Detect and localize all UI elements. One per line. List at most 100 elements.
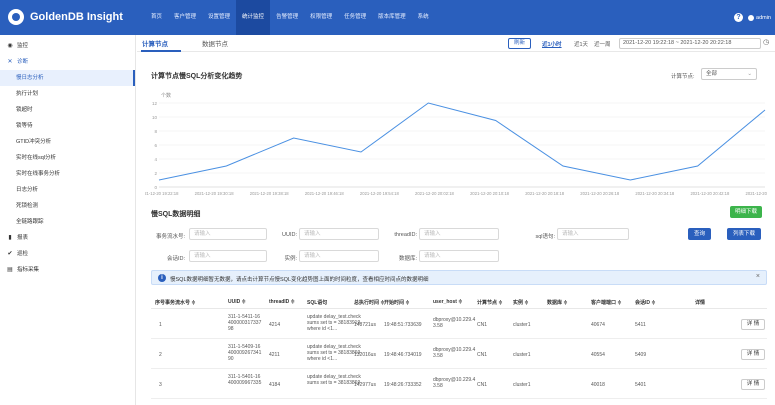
column-header-3[interactable]: threadID ≑ — [269, 299, 295, 305]
cell-port: 40018 — [591, 382, 605, 388]
cell-uuid: 311-1-5411-16 400000317337 98 — [228, 314, 261, 332]
column-header-13[interactable]: 详情 — [695, 299, 705, 306]
sidebar-item-6[interactable]: GTID冲突分析 — [0, 134, 135, 150]
nav-item-0[interactable]: 首页 — [145, 0, 168, 35]
tab-compute-node[interactable]: 计算节点 — [142, 38, 168, 48]
sidebar-item-1[interactable]: ✕ 诊断 — [0, 54, 135, 70]
help-icon[interactable]: ? — [734, 13, 744, 22]
sidebar-item-0[interactable]: ◉ 监控 — [0, 38, 135, 54]
info-alert: i 慢SQL数据明细暂无数据，请点击计算节点慢SQL变化趋势图上面的时间粒度，查… — [151, 270, 767, 285]
nav-item-4[interactable]: 告警管理 — [270, 0, 304, 35]
main-nav: 首页 客户管理 设置管理 统计监控 告警管理 权限管理 任务管理 版本库管理 系统 — [145, 0, 435, 35]
range-1h[interactable]: 近1小时 — [542, 40, 562, 48]
sidebar-item-13[interactable]: ✔ 巡检 — [0, 246, 135, 262]
nav-item-1[interactable]: 客户管理 — [168, 0, 202, 35]
cell-host: dbproxy@10.229.4 3.58 — [433, 377, 475, 389]
sidebar-item-7[interactable]: 实时在线sql分析 — [0, 150, 135, 166]
query-button[interactable]: 查询 — [688, 228, 711, 240]
sidebar-item-11[interactable]: 全链路跟踪 — [0, 214, 135, 230]
cell-thread: 4211 — [269, 352, 280, 358]
nav-item-8[interactable]: 系统 — [412, 0, 435, 35]
detail-button[interactable]: 详 情 — [741, 319, 765, 330]
node-filter-select[interactable]: 全部 ⌄ — [701, 68, 757, 80]
uuid-input[interactable]: 请输入 — [299, 228, 379, 240]
y-tick-label: 2 — [154, 171, 157, 176]
session-id-input[interactable]: 请输入 — [189, 250, 267, 262]
column-header-8[interactable]: 计算节点 ≑ — [477, 299, 503, 306]
top-navbar: GoldenDB Insight 首页 客户管理 设置管理 统计监控 告警管理 权限管理任… — [0, 0, 775, 35]
range-1d[interactable]: 近1天 — [574, 40, 588, 48]
refresh-button[interactable]: 刷新 — [508, 38, 531, 49]
detail-button[interactable]: 详 情 — [741, 379, 765, 390]
sql-input[interactable]: 请输入 — [557, 228, 629, 240]
cell-sql: update delay_test.check sums set ts = 381… — [307, 344, 361, 362]
cell-node: CN1 — [477, 382, 488, 388]
column-header-1[interactable]: 事务流水号 ≑ — [165, 299, 196, 306]
detail-download-button[interactable]: 明细下载 — [730, 206, 762, 218]
user-icon[interactable] — [748, 14, 755, 21]
y-tick-label: 0 — [154, 185, 157, 190]
database-input[interactable]: 请输入 — [419, 250, 499, 262]
column-header-2[interactable]: UUID ≑ — [228, 299, 246, 305]
nav-item-3[interactable]: 统计监控 — [236, 0, 271, 35]
sidebar-item-10[interactable]: 死锁检测 — [0, 198, 135, 214]
column-header-9[interactable]: 实例 ≑ — [513, 299, 529, 306]
sidebar-item-label: 全链路跟踪 — [16, 219, 44, 225]
sidebar-item-8[interactable]: 实时在线事务分析 — [0, 166, 135, 182]
nav-item-7[interactable]: 版本库管理 — [372, 0, 412, 35]
tab-data-node[interactable]: 数据节点 — [202, 38, 228, 48]
y-tick-label: 4 — [154, 157, 157, 162]
clock-icon[interactable]: ◷ — [763, 38, 769, 46]
sidebar-item-label: 实时在线事务分析 — [16, 171, 61, 177]
logo[interactable]: GoldenDB Insight — [8, 9, 123, 25]
x-tick-label: 2021-12-20 19:22:18 — [145, 191, 179, 196]
instance-input[interactable]: 请输入 — [299, 250, 379, 262]
y-tick-label: 12 — [152, 101, 158, 106]
list-download-button[interactable]: 列表下载 — [727, 228, 761, 240]
cell-no: 3 — [159, 382, 162, 388]
column-header-7[interactable]: user_host ≑ — [433, 299, 462, 305]
column-header-12[interactable]: 会话ID ≑ — [635, 299, 656, 306]
txn-id-input[interactable]: 请输入 — [189, 228, 267, 240]
nav-item-2[interactable]: 设置管理 — [202, 0, 236, 35]
sidebar-item-3[interactable]: 执行计划 — [0, 86, 135, 102]
top-right-tools: ? admin — [734, 13, 771, 22]
x-tick-label: 2021-12-20 20:50:18 — [746, 191, 767, 196]
column-header-10[interactable]: 数据库 ≑ — [547, 299, 568, 306]
cell-no: 2 — [159, 352, 162, 358]
sidebar-item-label: 指标采集 — [17, 267, 40, 273]
column-header-0[interactable]: 序号 — [155, 299, 165, 306]
eye-icon: ◉ — [7, 43, 13, 49]
sidebar-item-14[interactable]: ▤ 指标采集 — [0, 262, 135, 278]
cell-uuid: 311-1-5409-16 400009267341 90 — [228, 344, 261, 362]
column-header-6[interactable]: 开始时间 ≑ — [384, 299, 410, 306]
sidebar-item-label: 诊断 — [17, 59, 29, 65]
cell-instance: cluster1 — [513, 322, 531, 328]
date-range-picker[interactable]: 2021-12-20 19:22:18 ~ 2021-12-20 20:22:1… — [619, 38, 761, 49]
sidebar-item-2[interactable]: 慢日志分析 — [0, 70, 135, 86]
cell-sql-line: sums set ts = 38183869 — [307, 380, 361, 386]
cell-thread: 4214 — [269, 322, 281, 328]
sidebar-item-4[interactable]: 锁超时 — [0, 102, 135, 118]
sidebar-item-label: 死锁检测 — [16, 203, 39, 209]
x-tick-label: 2021-12-20 19:46:18 — [305, 191, 345, 196]
range-1w[interactable]: 近一周 — [594, 40, 611, 48]
column-header-11[interactable]: 客户端端口 ≑ — [591, 299, 622, 306]
user-name[interactable]: admin — [756, 15, 771, 21]
sidebar: ◉ 监控 ✕ 诊断 慢日志分析 执行计划 锁超时 锁等待 GTID冲突分析 实时在线sql分析实时… — [0, 35, 136, 405]
sidebar-item-label: 报表 — [17, 235, 29, 241]
sidebar-item-12[interactable]: ▮ 报表 — [0, 230, 135, 246]
nav-item-6[interactable]: 任务管理 — [338, 0, 372, 35]
sidebar-item-9[interactable]: 日志分析 — [0, 182, 135, 198]
cell-start: 19:48:51:733639 — [384, 322, 422, 328]
sidebar-item-5[interactable]: 锁等待 — [0, 118, 135, 134]
cell-sql: update delay_test.check sums set ts = 381… — [307, 314, 361, 332]
table-row: 3 311-1-5401-16 400009967335 4184 update del… — [151, 370, 767, 399]
thread-id-input[interactable]: 请输入 — [419, 228, 499, 240]
column-header-5[interactable]: 总执行时间 ≑ — [354, 299, 385, 306]
logo-icon — [8, 9, 24, 25]
detail-button[interactable]: 详 情 — [741, 349, 765, 360]
close-icon[interactable]: × — [756, 273, 760, 280]
nav-item-5[interactable]: 权限管理 — [304, 0, 338, 35]
column-header-4[interactable]: SQL语句 — [307, 299, 327, 306]
